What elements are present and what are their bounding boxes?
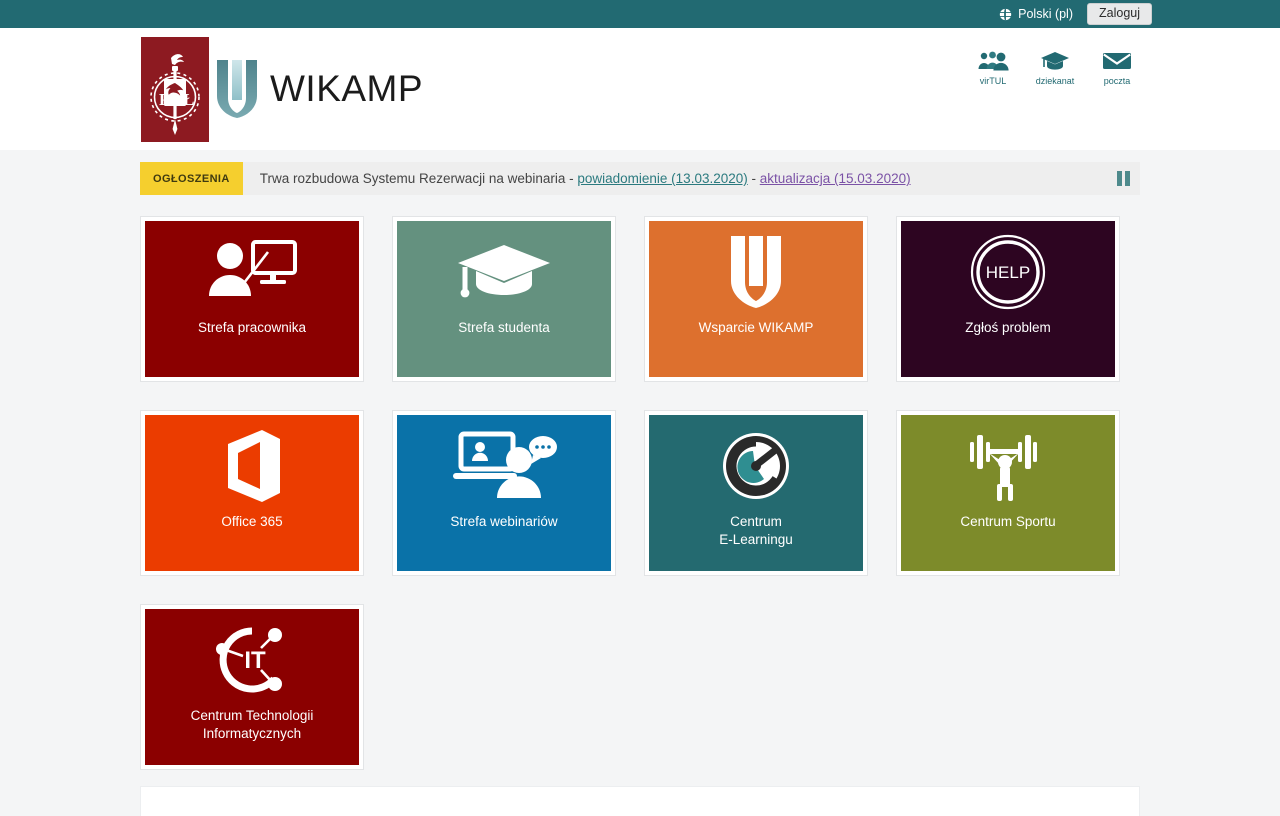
language-label: Polski (pl) xyxy=(1018,7,1073,21)
tile-label: Office 365 xyxy=(221,514,283,529)
top-bar: Polski (pl) Zaloguj xyxy=(0,0,1280,28)
announcement-link-notification[interactable]: powiadomienie (13.03.2020) xyxy=(577,171,747,186)
tile-centrum-sportu[interactable]: Centrum Sportu xyxy=(896,410,1120,576)
tile-wsparcie-wikamp[interactable]: Wsparcie WIKAMP xyxy=(644,216,868,382)
quick-link-poczta[interactable]: poczta xyxy=(1094,50,1140,86)
webinar-laptop-person-icon xyxy=(449,423,559,509)
tile-label-line-1: Centrum Technologii xyxy=(190,708,314,723)
graduation-cap-icon xyxy=(454,229,554,315)
it-network-icon: IT xyxy=(209,617,295,703)
tile-strefa-studenta[interactable]: Strefa studenta xyxy=(392,216,616,382)
help-label: HELP xyxy=(986,263,1030,282)
wikamp-u-icon xyxy=(728,229,784,315)
tile-label-line-1: Centrum xyxy=(730,514,782,529)
announcement-badge: OGŁOSZENIA xyxy=(140,162,243,195)
envelope-icon xyxy=(1094,50,1140,72)
page-content: OGŁOSZENIA Trwa rozbudowa Systemu Rezerw… xyxy=(140,162,1140,816)
tile-label: Zgłoś problem xyxy=(965,320,1051,335)
tile-label: Strefa webinariów xyxy=(450,514,558,529)
tile-label-line-2: Informatycznych xyxy=(202,726,302,741)
globe-icon xyxy=(999,7,1012,21)
tile-grid: Strefa pracownika Strefa studenta Wsparc… xyxy=(140,216,1140,770)
help-circle-icon: HELP xyxy=(969,229,1047,315)
tile-strefa-webinariow[interactable]: Strefa webinariów xyxy=(392,410,616,576)
office-logo-icon xyxy=(220,423,284,509)
quick-link-label: poczta xyxy=(1103,76,1131,86)
login-button[interactable]: Zaloguj xyxy=(1087,2,1152,26)
graduation-cap-icon xyxy=(1032,50,1078,72)
quick-link-label: virTUL xyxy=(979,76,1007,86)
quick-link-label: dziekanat xyxy=(1035,76,1075,86)
announcement-bar: OGŁOSZENIA Trwa rozbudowa Systemu Rezerw… xyxy=(140,162,1140,195)
pl-university-crest-icon: P Ł xyxy=(141,36,209,142)
quick-link-dziekanat[interactable]: dziekanat xyxy=(1032,50,1078,86)
tile-label-line-2: E-Learningu xyxy=(719,532,793,547)
brand-text: WIKAMP xyxy=(270,68,424,109)
e-learning-circle-icon xyxy=(720,423,792,509)
svg-text:P: P xyxy=(159,90,169,109)
tile-label: Strefa studenta xyxy=(458,320,550,335)
person-presenting-monitor-icon xyxy=(206,229,298,315)
next-section-placeholder xyxy=(140,786,1140,816)
tile-strefa-pracownika[interactable]: Strefa pracownika xyxy=(140,216,364,382)
tile-centrum-technologii-informatycznych[interactable]: IT Centrum Technologii Informatycznych xyxy=(140,604,364,770)
brand-logo-link[interactable]: P Ł WIKAMP xyxy=(141,36,424,142)
tile-label: Centrum Technologii Informatycznych xyxy=(183,707,322,743)
tile-zglos-problem[interactable]: HELP Zgłoś problem xyxy=(896,216,1120,382)
announcement-separator: - xyxy=(747,171,760,186)
header-quick-links: virTUL dziekanat poczta xyxy=(970,50,1140,86)
tile-label: Strefa pracownika xyxy=(197,320,307,335)
tile-label: Centrum Sportu xyxy=(960,514,1056,529)
quick-link-virtul[interactable]: virTUL xyxy=(970,50,1016,86)
svg-text:Ł: Ł xyxy=(183,90,194,109)
tile-label: Wsparcie WIKAMP xyxy=(698,320,814,335)
announcement-message: Trwa rozbudowa Systemu Rezerwacji na web… xyxy=(259,171,578,186)
language-selector[interactable]: Polski (pl) xyxy=(999,7,1073,21)
weightlifter-icon xyxy=(967,423,1049,509)
announcement-pause-button[interactable] xyxy=(1106,171,1140,186)
it-label: IT xyxy=(244,647,266,674)
tile-office-365[interactable]: Office 365 xyxy=(140,410,364,576)
people-group-icon xyxy=(970,50,1016,72)
site-header: P Ł WIKAMP virTUL dziekanat poczta xyxy=(0,28,1280,150)
announcement-link-update[interactable]: aktualizacja (15.03.2020) xyxy=(760,171,911,186)
announcement-text: Trwa rozbudowa Systemu Rezerwacji na web… xyxy=(243,171,1106,186)
wikamp-u-emblem-icon xyxy=(215,58,259,120)
tile-label: Centrum E-Learningu xyxy=(711,513,801,549)
tile-centrum-e-learningu[interactable]: Centrum E-Learningu xyxy=(644,410,868,576)
pause-icon xyxy=(1116,171,1130,186)
